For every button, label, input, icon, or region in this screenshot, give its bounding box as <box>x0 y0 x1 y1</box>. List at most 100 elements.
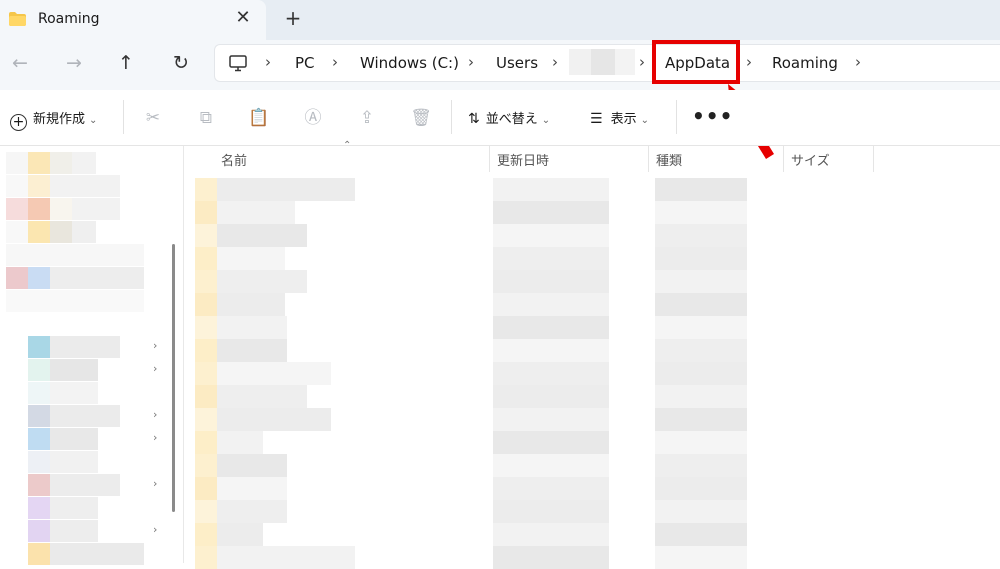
chevron-down-icon: ⌄ <box>541 115 551 126</box>
more-options-button[interactable]: ••• <box>692 104 733 128</box>
redacted-modified <box>493 500 609 523</box>
redacted-name <box>217 224 307 247</box>
chevron-right-icon[interactable]: › <box>153 339 157 352</box>
redacted-type <box>655 546 747 569</box>
column-divider[interactable] <box>873 146 874 172</box>
sort-button[interactable]: ⇅ 並べ替え ⌄ <box>468 108 550 127</box>
tab-roaming[interactable]: Roaming ✕ <box>0 0 266 40</box>
new-tab-button[interactable]: + <box>282 7 304 29</box>
table-row[interactable] <box>185 270 1000 293</box>
redacted-type <box>655 408 747 431</box>
column-divider[interactable] <box>648 146 649 172</box>
table-row[interactable] <box>185 477 1000 500</box>
table-row[interactable] <box>185 385 1000 408</box>
folder-icon <box>195 316 217 339</box>
redacted-name <box>217 385 307 408</box>
redacted-type <box>655 385 747 408</box>
breadcrumb-separator: › <box>639 53 645 71</box>
table-row[interactable] <box>185 523 1000 546</box>
chevron-right-icon[interactable]: › <box>153 408 157 421</box>
redacted-modified <box>493 385 609 408</box>
redacted-type <box>655 201 747 224</box>
table-row[interactable] <box>185 431 1000 454</box>
column-modified[interactable]: 更新日時 <box>497 150 549 169</box>
breadcrumb-username-redacted[interactable] <box>569 49 639 75</box>
chevron-right-icon[interactable]: › <box>153 477 157 490</box>
sidebar-scrollbar[interactable] <box>172 244 175 512</box>
redacted-name <box>217 454 287 477</box>
table-row[interactable] <box>185 408 1000 431</box>
redacted-type <box>655 293 747 316</box>
address-bar[interactable]: › PC › Windows (C:) › Users › › AppData … <box>214 44 1000 82</box>
rename-icon[interactable]: Ⓐ <box>302 107 324 129</box>
breadcrumb-separator: › <box>332 53 338 71</box>
redacted-name <box>217 178 355 201</box>
redacted-name <box>217 316 287 339</box>
folder-icon <box>195 454 217 477</box>
redacted-name <box>217 270 307 293</box>
redacted-name <box>217 523 263 546</box>
sort-ascending-icon: ⌃ <box>343 140 352 151</box>
back-icon[interactable]: ← <box>6 50 34 76</box>
redacted-type <box>655 477 747 500</box>
table-row[interactable] <box>185 546 1000 569</box>
table-row[interactable] <box>185 178 1000 201</box>
copy-icon[interactable]: ⧉ <box>195 107 217 129</box>
redacted-modified <box>493 523 609 546</box>
breadcrumb-roaming[interactable]: Roaming <box>772 54 838 72</box>
share-icon[interactable]: ⇪ <box>356 107 378 129</box>
up-icon[interactable]: ↑ <box>112 50 140 76</box>
folder-icon <box>195 224 217 247</box>
chevron-right-icon[interactable]: › <box>153 431 157 444</box>
redacted-modified <box>493 454 609 477</box>
redacted-modified <box>493 201 609 224</box>
column-divider[interactable] <box>783 146 784 172</box>
new-button[interactable]: + 新規作成 ⌄ <box>10 108 97 131</box>
chevron-right-icon[interactable]: › <box>153 362 157 375</box>
folder-icon <box>195 408 217 431</box>
cut-icon[interactable]: ✂ <box>142 107 164 129</box>
breadcrumb-pc[interactable]: PC <box>295 54 315 72</box>
table-row[interactable] <box>185 362 1000 385</box>
paste-icon[interactable]: 📋 <box>248 107 270 129</box>
forward-icon[interactable]: → <box>60 50 88 76</box>
table-row[interactable] <box>185 316 1000 339</box>
table-row[interactable] <box>185 201 1000 224</box>
delete-icon[interactable]: 🗑 <box>410 107 432 129</box>
redacted-name <box>217 362 331 385</box>
plus-circle-icon: + <box>10 114 27 131</box>
table-row[interactable] <box>185 500 1000 523</box>
chevron-down-icon: ⌄ <box>640 115 649 126</box>
refresh-icon[interactable]: ↻ <box>167 50 195 76</box>
breadcrumb-windows-c[interactable]: Windows (C:) <box>360 54 459 72</box>
column-name[interactable]: 名前 <box>221 150 247 169</box>
chevron-right-icon[interactable]: › <box>153 523 157 536</box>
redacted-modified <box>493 316 609 339</box>
folder-icon <box>195 247 217 270</box>
tab-strip: Roaming ✕ + <box>0 0 1000 40</box>
redacted-type <box>655 500 747 523</box>
column-divider[interactable] <box>489 146 490 172</box>
close-tab-icon[interactable]: ✕ <box>234 8 252 28</box>
table-row[interactable] <box>185 454 1000 477</box>
toolbar-divider <box>451 100 452 134</box>
table-row[interactable] <box>185 293 1000 316</box>
navigation-bar: ← → ↑ ↻ › PC › Windows (C:) › Users › › … <box>0 40 1000 90</box>
table-row[interactable] <box>185 247 1000 270</box>
breadcrumb-users[interactable]: Users <box>496 54 538 72</box>
redacted-type <box>655 454 747 477</box>
redacted-type <box>655 523 747 546</box>
breadcrumb-separator: › <box>265 53 271 71</box>
redacted-modified <box>493 339 609 362</box>
folder-icon <box>195 477 217 500</box>
breadcrumb-dropdown-chevron[interactable]: › <box>855 53 861 71</box>
column-type[interactable]: 種類 <box>656 150 682 169</box>
redacted-type <box>655 316 747 339</box>
breadcrumb-separator: › <box>552 53 558 71</box>
table-row[interactable] <box>185 224 1000 247</box>
table-row[interactable] <box>185 339 1000 362</box>
column-size[interactable]: サイズ <box>791 150 830 169</box>
view-button[interactable]: ☰ 表示 ⌄ <box>590 108 649 127</box>
folder-icon <box>9 12 26 26</box>
folder-icon <box>195 546 217 569</box>
